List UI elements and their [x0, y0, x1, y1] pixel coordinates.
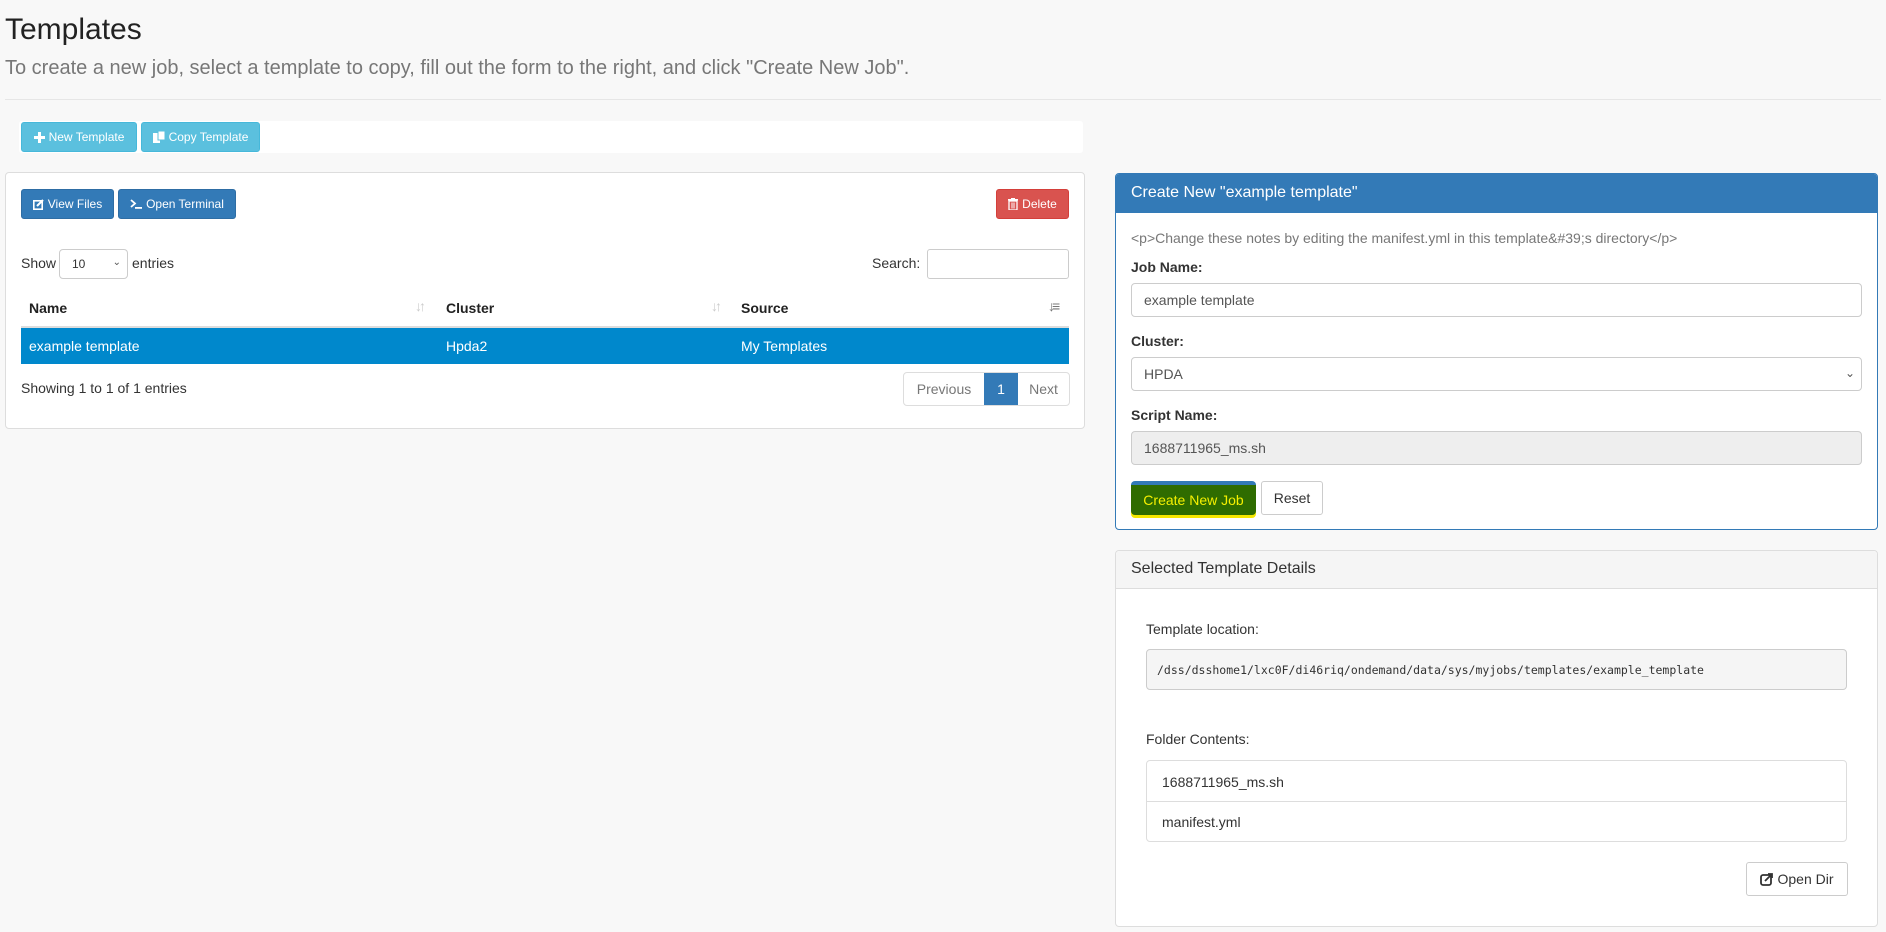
create-new-job-button[interactable]: Create New Job — [1131, 481, 1256, 515]
search-label: Search: — [872, 255, 921, 271]
pagination-page-1[interactable]: 1 — [984, 373, 1018, 405]
job-name-value: example template — [1144, 292, 1255, 308]
script-name-input: 1688711965_ms.sh — [1131, 431, 1862, 465]
external-link-icon — [1760, 872, 1774, 886]
chevron-down-icon: ⌄ — [112, 257, 121, 268]
create-job-panel: Create New "example template" — [1115, 173, 1878, 530]
copy-template-button[interactable]: Copy Template — [141, 122, 260, 152]
reset-button[interactable]: Reset — [1261, 481, 1323, 515]
column-header-source[interactable]: Source — [741, 296, 788, 320]
details-panel-title: Selected Template Details — [1116, 551, 1877, 589]
entries-label: entries — [132, 255, 175, 271]
edit-icon — [32, 198, 44, 210]
copy-icon — [152, 131, 165, 143]
trash-icon — [1008, 198, 1019, 210]
list-item: manifest.yml — [1147, 801, 1846, 842]
entries-per-page-value: 10 — [72, 257, 86, 271]
new-template-button[interactable]: New Template — [21, 122, 137, 152]
table-row[interactable] — [21, 328, 1069, 364]
folder-contents-list: 1688711965_ms.sh manifest.yml — [1146, 760, 1847, 842]
script-name-value: 1688711965_ms.sh — [1144, 440, 1266, 456]
table-info: Showing 1 to 1 of 1 entries — [21, 380, 187, 396]
entries-per-page-select[interactable]: 10 ⌄ — [59, 249, 128, 279]
template-location-label: Template location: — [1146, 621, 1259, 637]
page-title: Templates — [5, 13, 142, 46]
create-panel-title: Create New "example template" — [1116, 174, 1877, 213]
cluster-label: Cluster: — [1131, 333, 1184, 349]
view-files-button[interactable]: View Files — [21, 189, 114, 219]
folder-contents-label: Folder Contents: — [1146, 731, 1250, 747]
column-header-cluster[interactable]: Cluster — [446, 296, 494, 320]
copy-template-label: Copy Template — [168, 130, 249, 144]
cell-name[interactable]: example template — [29, 337, 140, 355]
script-name-label: Script Name: — [1131, 407, 1218, 423]
page-subtitle: To create a new job, select a template t… — [5, 57, 910, 79]
new-template-label: New Template — [48, 130, 125, 144]
cluster-value: HPDA — [1144, 366, 1183, 382]
template-location-path: /dss/dsshome1/lxc0F/di46riq/ondemand/dat… — [1146, 649, 1847, 690]
sort-desc-icon[interactable]: ↓≡ — [1048, 298, 1060, 314]
delete-button[interactable]: Delete — [996, 189, 1069, 219]
pagination-next[interactable]: Next — [1018, 373, 1069, 405]
show-label: Show — [21, 255, 57, 271]
job-name-input[interactable]: example template — [1131, 283, 1862, 317]
pagination: Previous 1 Next — [903, 372, 1070, 406]
sort-both-icon[interactable]: ↓↑ — [711, 298, 722, 314]
open-terminal-label: Open Terminal — [146, 197, 224, 211]
divider — [5, 99, 1881, 100]
pagination-previous[interactable]: Previous — [904, 373, 984, 405]
open-dir-label: Open Dir — [1777, 871, 1834, 887]
list-item: 1688711965_ms.sh — [1162, 773, 1284, 790]
open-terminal-button[interactable]: Open Terminal — [118, 189, 236, 219]
cell-source[interactable]: My Templates — [741, 337, 827, 355]
view-files-label: View Files — [47, 197, 103, 211]
job-name-label: Job Name: — [1131, 259, 1203, 275]
search-input[interactable] — [927, 249, 1069, 279]
chevron-down-icon: ⌄ — [1844, 366, 1855, 380]
template-notes: <p>Change these notes by editing the man… — [1131, 230, 1678, 246]
plus-icon — [33, 131, 45, 143]
column-header-name[interactable]: Name — [29, 296, 67, 320]
delete-label: Delete — [1022, 197, 1057, 211]
cell-cluster[interactable]: Hpda2 — [446, 337, 487, 355]
cluster-select[interactable]: HPDA ⌄ — [1131, 357, 1862, 391]
terminal-icon — [130, 199, 143, 209]
sort-both-icon[interactable]: ↓↑ — [415, 298, 426, 314]
open-dir-button[interactable]: Open Dir — [1746, 862, 1848, 896]
